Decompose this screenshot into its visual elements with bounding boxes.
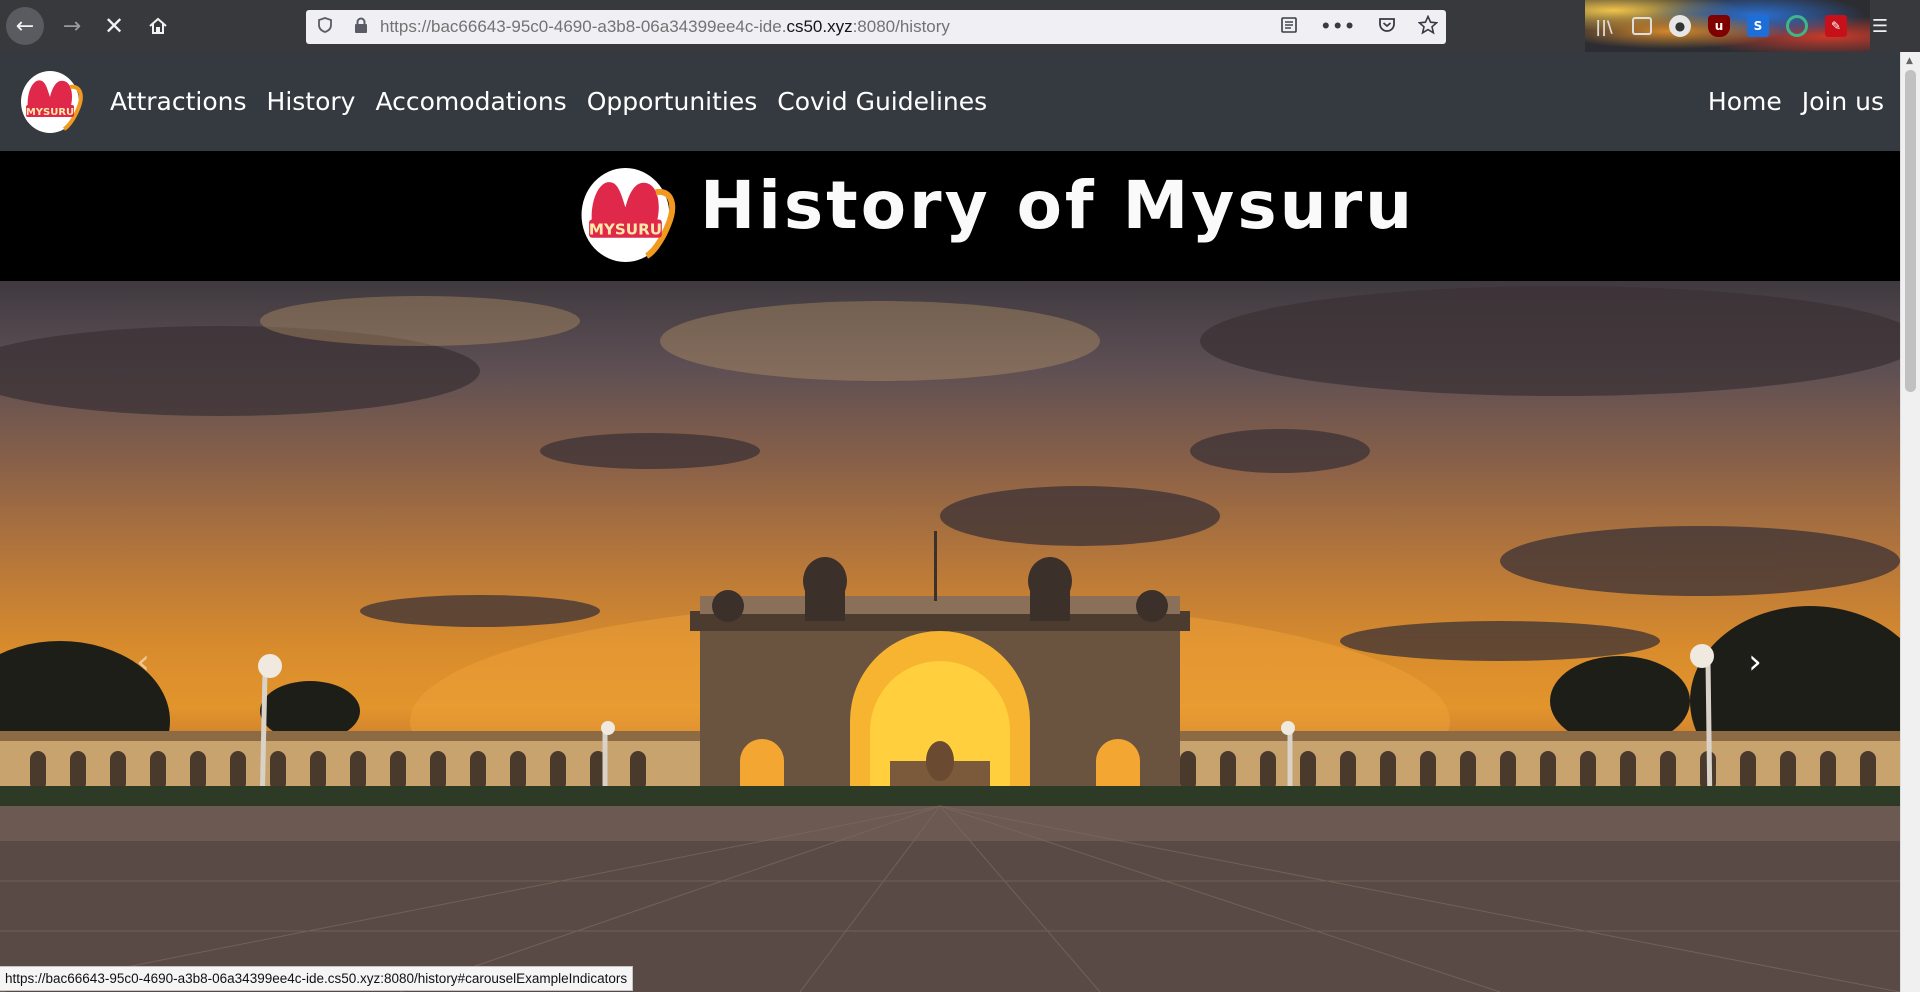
- sync-extension-icon[interactable]: [1786, 15, 1808, 37]
- logo-text: MYSURU: [26, 107, 74, 118]
- stop-icon[interactable]: ✕: [96, 8, 132, 44]
- carousel-next-icon[interactable]: ›: [1730, 637, 1780, 687]
- image-carousel: ‹ ›: [0, 281, 1900, 992]
- sidebar-icon[interactable]: [1632, 17, 1652, 35]
- scroll-up-icon[interactable]: ▲: [1906, 56, 1913, 66]
- address-bar[interactable]: https://bac66643-95c0-4690-a3b8-06a34399…: [306, 10, 1446, 44]
- star-icon[interactable]: [1417, 14, 1439, 40]
- pocket-icon[interactable]: [1378, 16, 1396, 39]
- back-icon[interactable]: ←: [6, 7, 44, 45]
- forward-icon[interactable]: →: [54, 8, 90, 44]
- page-scrollbar[interactable]: ▲: [1900, 52, 1920, 992]
- nav-link-attractions[interactable]: Attractions: [100, 87, 257, 116]
- shield-icon[interactable]: [318, 17, 338, 37]
- library-icon[interactable]: ||\: [1593, 15, 1615, 37]
- toolbar-extensions: ||\ ● u S ✎ ☰: [1585, 0, 1920, 52]
- nav-link-join-us[interactable]: Join us: [1792, 87, 1894, 116]
- page-header-banner: MYSURU History of Mysuru: [0, 151, 1900, 281]
- nav-links: Attractions History Accomodations Opport…: [100, 87, 997, 116]
- nav-link-accomodations[interactable]: Accomodations: [365, 87, 576, 116]
- banner-logo-text: MYSURU: [589, 221, 662, 239]
- status-bar: https://bac66643-95c0-4690-a3b8-06a34399…: [0, 966, 634, 991]
- home-icon[interactable]: [140, 8, 176, 44]
- nav-link-home[interactable]: Home: [1698, 87, 1792, 116]
- browser-toolbar: ← → ✕ https://bac66643-95c0-4690-a3b8-06…: [0, 0, 1920, 52]
- url-text[interactable]: https://bac66643-95c0-4690-a3b8-06a34399…: [380, 17, 950, 37]
- nav-link-history[interactable]: History: [257, 87, 366, 116]
- s-extension-icon[interactable]: S: [1747, 15, 1769, 37]
- lock-icon[interactable]: [354, 17, 370, 37]
- page-title: History of Mysuru: [700, 167, 1416, 244]
- carousel-prev-icon[interactable]: ‹: [118, 637, 168, 687]
- palace-gate-photo: [0, 286, 1900, 992]
- reader-icon[interactable]: [1280, 16, 1298, 39]
- ublock-icon[interactable]: u: [1708, 15, 1730, 37]
- account-icon[interactable]: ●: [1669, 15, 1691, 37]
- nav-link-covid-guidelines[interactable]: Covid Guidelines: [767, 87, 997, 116]
- banner-logo: MYSURU: [580, 165, 680, 265]
- nav-right-links: Home Join us: [1698, 52, 1894, 151]
- menu-icon[interactable]: ☰: [1869, 15, 1891, 37]
- red-extension-icon[interactable]: ✎: [1825, 15, 1847, 37]
- site-navbar: MYSURU Attractions History Accomodations…: [0, 52, 1900, 151]
- site-logo[interactable]: MYSURU: [20, 69, 86, 135]
- more-icon[interactable]: •••: [1320, 17, 1356, 37]
- scroll-thumb[interactable]: [1905, 70, 1916, 392]
- nav-link-opportunities[interactable]: Opportunities: [577, 87, 768, 116]
